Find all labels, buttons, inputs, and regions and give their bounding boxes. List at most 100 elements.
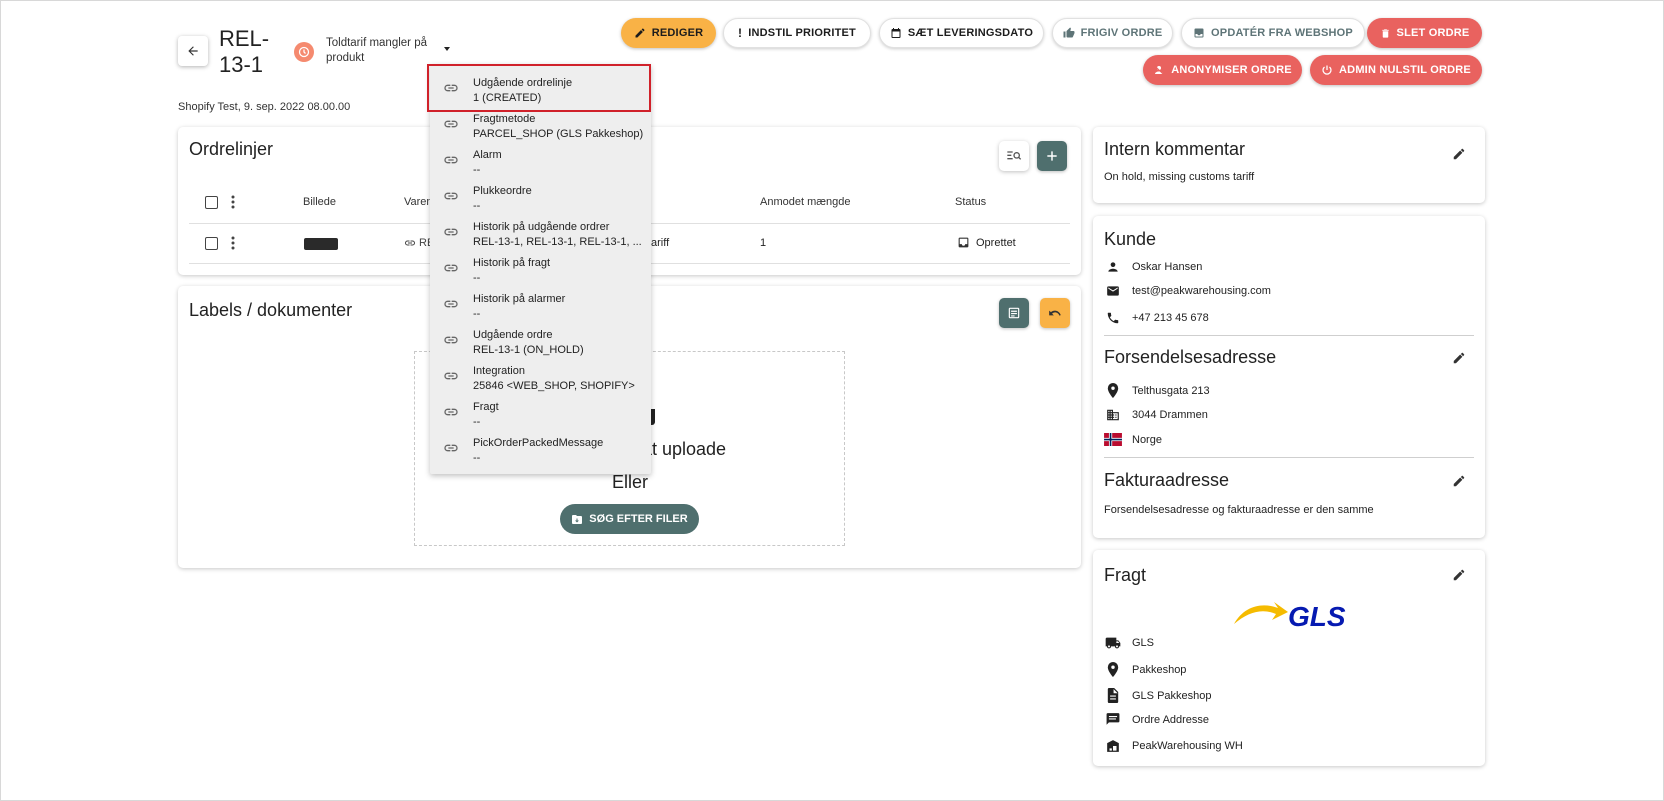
dropdown-item-pick-order-packed-message[interactable]: PickOrderPackedMessage -- bbox=[430, 433, 651, 469]
pencil-icon bbox=[634, 27, 646, 39]
search-files-button[interactable]: SØG EFTER FILER bbox=[560, 504, 699, 534]
row-checkbox[interactable] bbox=[205, 237, 218, 250]
customer-phone: +47 213 45 678 bbox=[1132, 312, 1209, 324]
update-from-webshop-button[interactable]: OPDATÉR FRA WEBSHOP bbox=[1181, 18, 1365, 48]
add-orderline-button[interactable] bbox=[1037, 141, 1067, 171]
freight-product: GLS Pakkeshop bbox=[1132, 689, 1212, 702]
dropdown-item-label: Plukkeordre -- bbox=[473, 185, 532, 212]
internal-comment-title: Intern kommentar bbox=[1104, 139, 1246, 159]
link-icon bbox=[443, 120, 459, 128]
delete-order-label: SLET ORDRE bbox=[1396, 27, 1470, 39]
admin-reset-order-button[interactable]: ADMIN NULSTIL ORDRE bbox=[1310, 55, 1482, 85]
trash-icon bbox=[1380, 28, 1391, 39]
search-list-icon bbox=[1006, 149, 1022, 163]
customer-phone-row: +47 213 45 678 bbox=[1104, 311, 1209, 325]
dropdown-item-outbound-order-history[interactable]: Historik på udgående ordrer REL-13-1, REL… bbox=[430, 217, 651, 253]
generate-document-button[interactable] bbox=[999, 298, 1029, 328]
edit-shipping-address-button[interactable] bbox=[1448, 347, 1470, 369]
clock-icon bbox=[294, 42, 314, 62]
power-icon bbox=[1321, 64, 1333, 76]
row-status: Oprettet bbox=[976, 237, 1016, 249]
dropdown-item-alarm[interactable]: Alarm -- bbox=[430, 145, 651, 181]
notes-icon bbox=[1104, 713, 1122, 726]
freight-title: Fragt bbox=[1104, 565, 1147, 585]
customer-email: test@peakwarehousing.com bbox=[1132, 285, 1271, 297]
link-icon bbox=[443, 336, 459, 344]
link-icon bbox=[443, 156, 459, 164]
norway-flag-icon bbox=[1104, 433, 1122, 446]
relations-dropdown-menu: Udgående ordrelinje 1 (CREATED) Fragtmeto… bbox=[430, 64, 651, 474]
document-add-icon bbox=[1007, 306, 1021, 320]
row-more-vert-icon[interactable] bbox=[231, 236, 235, 250]
link-icon bbox=[443, 444, 459, 452]
customer-email-row: test@peakwarehousing.com bbox=[1104, 285, 1271, 297]
upload-or-text: Eller bbox=[612, 472, 649, 492]
release-order-label: FRIGIV ORDRE bbox=[1080, 27, 1163, 39]
dropdown-item-pick-order[interactable]: Plukkeordre -- bbox=[430, 181, 651, 217]
customer-name: Oskar Hansen bbox=[1132, 261, 1203, 273]
edit-comment-button[interactable] bbox=[1448, 143, 1470, 165]
street-row: Telthusgata 213 bbox=[1104, 383, 1210, 398]
delete-order-button[interactable]: SLET ORDRE bbox=[1367, 18, 1482, 48]
shipping-country: Norge bbox=[1132, 433, 1162, 446]
city-row: 3044 Drammen bbox=[1104, 408, 1208, 422]
column-image: Billede bbox=[303, 196, 337, 208]
column-item: Varen bbox=[404, 196, 433, 208]
method-row: Pakkeshop bbox=[1104, 662, 1186, 677]
edit-button[interactable]: REDIGER bbox=[621, 18, 716, 48]
person-off-icon bbox=[1153, 64, 1165, 76]
column-status: Status bbox=[955, 196, 987, 208]
more-vert-icon[interactable] bbox=[231, 195, 235, 209]
dropdown-item-alarm-history[interactable]: Historik på alarmer -- bbox=[430, 289, 651, 325]
calendar-icon bbox=[890, 27, 902, 39]
download-box-icon bbox=[1193, 27, 1205, 39]
dropdown-item-integration[interactable]: Integration 25846 <WEB_SHOP, SHOPIFY> bbox=[430, 361, 651, 397]
svg-text:GLS: GLS bbox=[1288, 601, 1346, 632]
edit-freight-button[interactable] bbox=[1448, 564, 1470, 586]
mail-icon bbox=[1104, 285, 1122, 297]
return-label-button[interactable] bbox=[1040, 298, 1070, 328]
location-pin-icon bbox=[1104, 383, 1122, 398]
shipping-street: Telthusgata 213 bbox=[1132, 384, 1210, 397]
dropdown-item-freight[interactable]: Fragt -- bbox=[430, 397, 651, 433]
link-icon bbox=[443, 192, 459, 200]
search-orderlines-button[interactable] bbox=[999, 141, 1029, 171]
customer-name-row: Oskar Hansen bbox=[1104, 260, 1202, 274]
pencil-icon bbox=[1452, 351, 1466, 365]
link-icon bbox=[443, 372, 459, 380]
dropdown-item-label: Fragt -- bbox=[473, 401, 499, 428]
set-priority-label: INDSTIL PRIORITET bbox=[748, 27, 856, 39]
warning-status[interactable]: Toldtarif mangler på produkt bbox=[294, 36, 444, 66]
address-row: Ordre Addresse bbox=[1104, 713, 1209, 726]
truck-icon bbox=[1104, 637, 1122, 649]
shipping-address-title: Forsendelsesadresse bbox=[1104, 347, 1277, 367]
release-order-button[interactable]: FRIGIV ORDRE bbox=[1052, 18, 1173, 48]
row-link-icon[interactable] bbox=[404, 239, 416, 247]
dropdown-item-outbound-order[interactable]: Udgående ordre REL-13-1 (ON_HOLD) bbox=[430, 325, 651, 361]
caret-down-icon[interactable] bbox=[442, 44, 452, 54]
edit-label: REDIGER bbox=[651, 27, 704, 39]
row-requested-qty: 1 bbox=[760, 237, 767, 249]
internal-comment-text: On hold, missing customs tariff bbox=[1104, 171, 1255, 183]
link-icon bbox=[443, 408, 459, 416]
anonymize-order-button[interactable]: ANONYMISER ORDRE bbox=[1143, 55, 1302, 85]
arrow-left-icon bbox=[186, 44, 200, 58]
set-priority-button[interactable]: ! INDSTIL PRIORITET bbox=[723, 18, 871, 48]
phone-icon bbox=[1104, 311, 1122, 325]
country-row: Norge bbox=[1104, 433, 1162, 446]
back-button[interactable] bbox=[178, 36, 208, 66]
set-delivery-date-button[interactable]: SÆT LEVERINGSDATO bbox=[879, 18, 1044, 48]
dropdown-item-highlight bbox=[427, 64, 651, 112]
dropdown-item-label: Alarm -- bbox=[473, 149, 502, 176]
carrier-row: GLS bbox=[1104, 637, 1154, 649]
select-all-checkbox[interactable] bbox=[205, 196, 218, 209]
edit-billing-address-button[interactable] bbox=[1448, 470, 1470, 492]
dropdown-item-freight-history[interactable]: Historik på fragt -- bbox=[430, 253, 651, 289]
set-delivery-date-label: SÆT LEVERINGSDATO bbox=[907, 27, 1034, 39]
address-divider bbox=[1104, 457, 1474, 458]
freight-card bbox=[1093, 550, 1485, 766]
dropdown-item-label: Historik på udgående ordrer REL-13-1, REL… bbox=[473, 221, 642, 248]
dropdown-item-label: Fragtmetode PARCEL_SHOP (GLS Pakkeshop) bbox=[473, 113, 644, 140]
dropdown-item-freight-method[interactable]: Fragtmetode PARCEL_SHOP (GLS Pakkeshop) bbox=[430, 109, 651, 145]
undo-icon bbox=[1048, 306, 1062, 320]
